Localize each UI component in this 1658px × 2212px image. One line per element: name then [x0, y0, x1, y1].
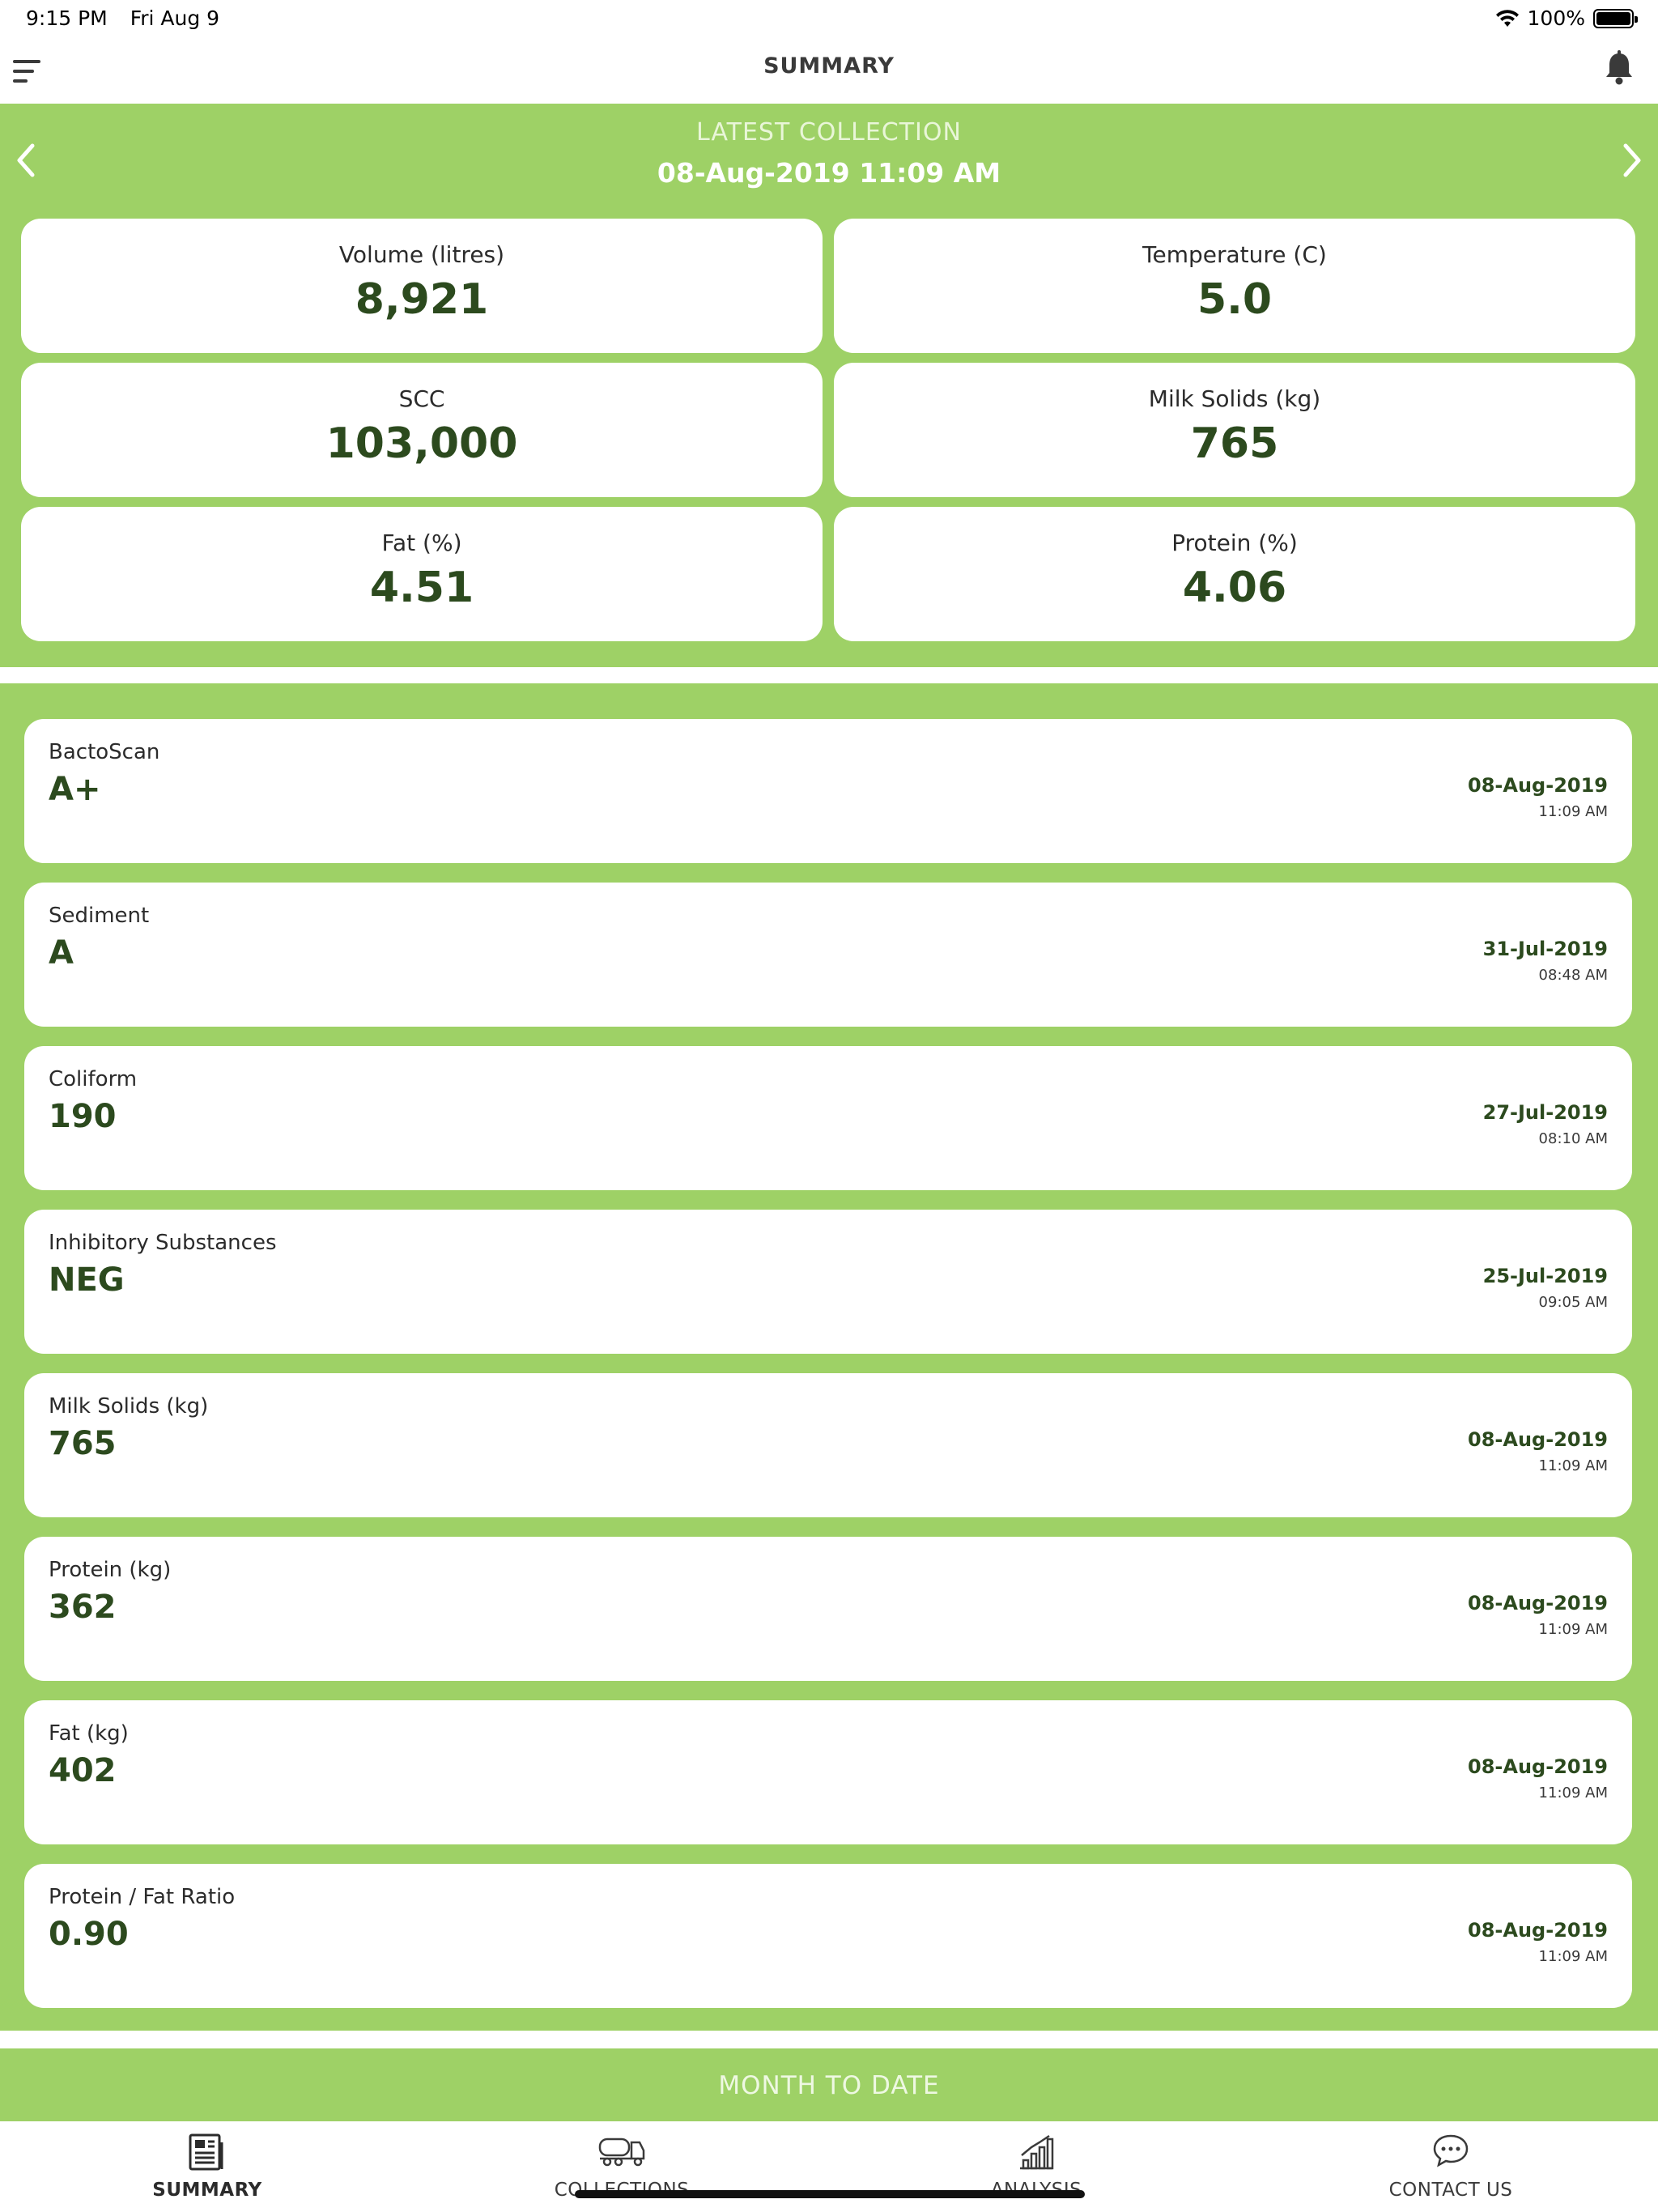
month-to-date-panel: MONTH TO DATE — [0, 2048, 1658, 2121]
item-time: 08:10 AM — [1538, 1130, 1608, 1147]
item-time: 08:48 AM — [1538, 967, 1608, 984]
tab-contact-us[interactable]: CONTACT US — [1244, 2121, 1658, 2212]
status-date: Fri Aug 9 — [130, 6, 220, 30]
item-value: 765 — [49, 1425, 117, 1462]
stat-value: 765 — [1190, 419, 1279, 468]
item-label: Inhibitory Substances — [49, 1231, 277, 1255]
item-date: 27-Jul-2019 — [1482, 1101, 1608, 1124]
item-label: Protein (kg) — [49, 1558, 172, 1582]
status-time-date: 9:15 PM Fri Aug 9 — [26, 6, 236, 30]
stat-label: Volume (litres) — [338, 241, 505, 268]
page-title: SUMMARY — [763, 53, 895, 79]
wifi-icon — [1495, 9, 1519, 27]
item-label: Sediment — [49, 904, 150, 928]
item-value: 362 — [49, 1589, 117, 1626]
item-label: Coliform — [49, 1067, 138, 1091]
item-value: A+ — [49, 771, 101, 808]
item-date: 08-Aug-2019 — [1468, 774, 1608, 797]
item-date: 08-Aug-2019 — [1468, 1428, 1608, 1451]
item-time: 11:09 AM — [1538, 1457, 1608, 1474]
list-item-bactoscan[interactable]: BactoScan A+ 08-Aug-2019 11:09 AM — [24, 719, 1632, 863]
stat-card-volume: Volume (litres) 8,921 — [21, 219, 823, 353]
item-date: 31-Jul-2019 — [1482, 938, 1608, 960]
tab-analysis[interactable]: ANALYSIS — [829, 2121, 1244, 2212]
item-time: 11:09 AM — [1538, 1948, 1608, 1965]
status-bar: 9:15 PM Fri Aug 9 100% — [0, 0, 1658, 39]
stat-value: 8,921 — [355, 275, 489, 324]
item-date: 08-Aug-2019 — [1468, 1592, 1608, 1614]
item-value: 190 — [49, 1098, 117, 1135]
list-item-coliform[interactable]: Coliform 190 27-Jul-2019 08:10 AM — [24, 1046, 1632, 1190]
status-time: 9:15 PM — [26, 6, 108, 30]
stat-value: 5.0 — [1197, 275, 1273, 324]
tab-bar: SUMMARY COLLECTIONS ANALYSIS — [0, 2121, 1658, 2212]
item-time: 11:09 AM — [1538, 803, 1608, 820]
list-item-sediment[interactable]: Sediment A 31-Jul-2019 08:48 AM — [24, 883, 1632, 1027]
chart-icon — [1020, 2134, 1054, 2170]
nav-bar: SUMMARY — [0, 39, 1658, 104]
stat-value: 4.51 — [369, 564, 474, 612]
item-label: Milk Solids (kg) — [49, 1394, 209, 1419]
tab-collections[interactable]: COLLECTIONS — [414, 2121, 829, 2212]
stat-value: 4.06 — [1182, 564, 1287, 612]
latest-collection-panel: LATEST COLLECTION 08-Aug-2019 11:09 AM V… — [0, 104, 1658, 667]
stat-card-milk-solids: Milk Solids (kg) 765 — [834, 363, 1635, 497]
stat-label: Temperature (C) — [1142, 241, 1327, 268]
list-item-inhibitory-substances[interactable]: Inhibitory Substances NEG 25-Jul-2019 09… — [24, 1210, 1632, 1354]
item-label: BactoScan — [49, 740, 160, 764]
quality-results-list: BactoScan A+ 08-Aug-2019 11:09 AM Sedime… — [0, 683, 1658, 2031]
chat-icon — [1433, 2134, 1469, 2167]
item-time: 11:09 AM — [1538, 1621, 1608, 1638]
stat-card-fat: Fat (%) 4.51 — [21, 507, 823, 641]
home-indicator[interactable] — [575, 2190, 1085, 2198]
battery-percent: 100% — [1527, 6, 1585, 30]
stat-label: Protein (%) — [1171, 530, 1298, 556]
stat-card-scc: SCC 103,000 — [21, 363, 823, 497]
stat-card-temperature: Temperature (C) 5.0 — [834, 219, 1635, 353]
stat-label: Milk Solids (kg) — [1148, 385, 1321, 412]
list-item-protein-kg[interactable]: Protein (kg) 362 08-Aug-2019 11:09 AM — [24, 1537, 1632, 1681]
item-value: A — [49, 934, 74, 972]
item-date: 25-Jul-2019 — [1482, 1265, 1608, 1287]
latest-collection-label: LATEST COLLECTION — [696, 118, 962, 147]
bell-icon[interactable] — [1603, 50, 1635, 86]
tab-label: SUMMARY — [152, 2180, 262, 2201]
item-date: 08-Aug-2019 — [1468, 1919, 1608, 1942]
stat-card-protein: Protein (%) 4.06 — [834, 507, 1635, 641]
item-label: Fat (kg) — [49, 1721, 129, 1746]
stat-value: 103,000 — [325, 419, 518, 468]
list-item-protein-fat-ratio[interactable]: Protein / Fat Ratio 0.90 08-Aug-2019 11:… — [24, 1864, 1632, 2008]
item-value: NEG — [49, 1261, 125, 1299]
tab-summary[interactable]: SUMMARY — [0, 2121, 414, 2212]
stat-label: Fat (%) — [381, 530, 462, 556]
month-to-date-label: MONTH TO DATE — [718, 2071, 940, 2100]
truck-icon — [598, 2138, 645, 2167]
list-item-milk-solids[interactable]: Milk Solids (kg) 765 08-Aug-2019 11:09 A… — [24, 1373, 1632, 1517]
item-time: 09:05 AM — [1538, 1294, 1608, 1311]
summary-icon — [189, 2133, 223, 2171]
status-indicators: 100% — [1495, 6, 1638, 30]
item-value: 402 — [49, 1752, 117, 1789]
item-value: 0.90 — [49, 1916, 129, 1953]
stat-label: SCC — [398, 385, 445, 412]
item-date: 08-Aug-2019 — [1468, 1755, 1608, 1778]
battery-icon — [1593, 8, 1638, 28]
latest-collection-datetime: 08-Aug-2019 11:09 AM — [657, 157, 1001, 189]
tab-label: CONTACT US — [1388, 2180, 1513, 2201]
chevron-right-icon[interactable] — [1616, 136, 1648, 185]
item-label: Protein / Fat Ratio — [49, 1885, 236, 1909]
list-item-fat-kg[interactable]: Fat (kg) 402 08-Aug-2019 11:09 AM — [24, 1700, 1632, 1844]
item-time: 11:09 AM — [1538, 1784, 1608, 1802]
